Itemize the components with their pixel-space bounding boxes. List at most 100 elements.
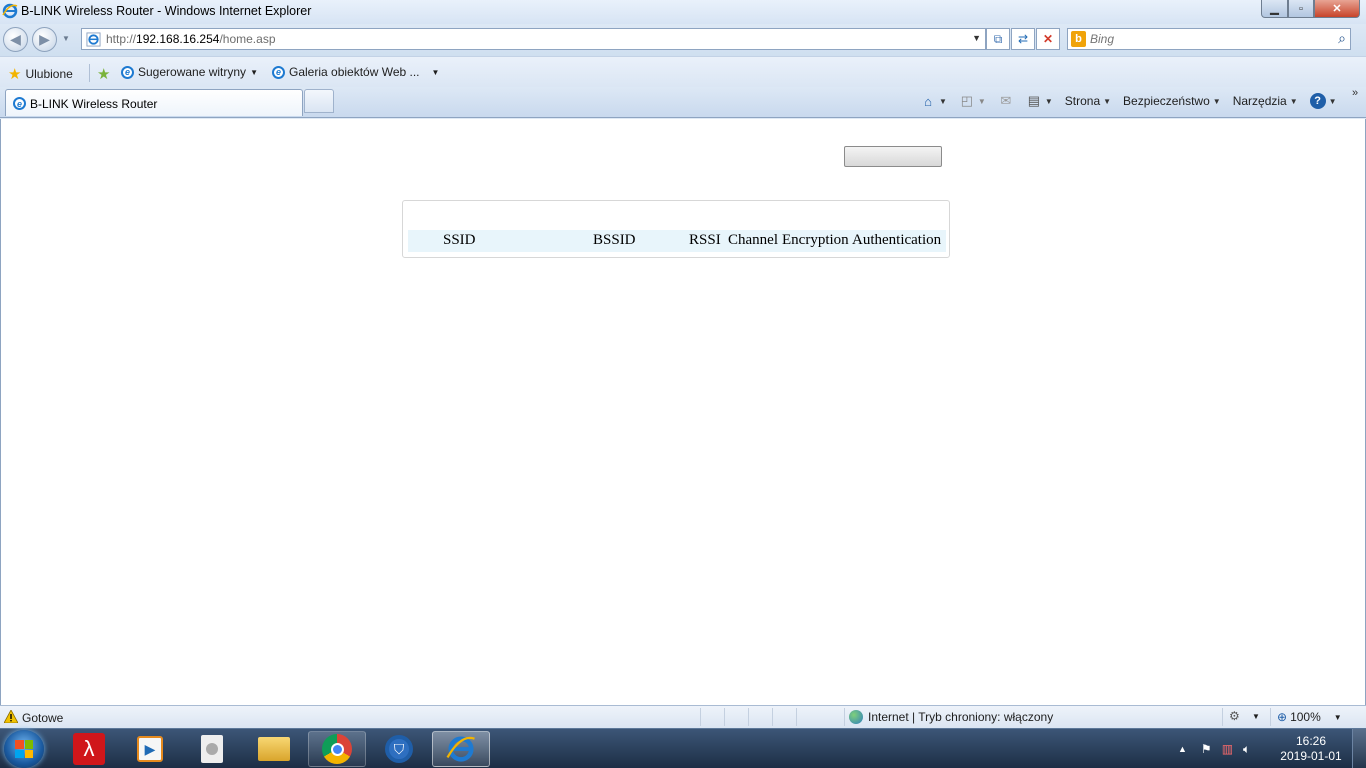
read-mail-button[interactable]: ✉ (998, 93, 1014, 109)
scan-button[interactable] (844, 146, 942, 167)
favorites-star-icon: ★ (8, 66, 22, 83)
printer-icon: ▤ (1027, 93, 1040, 108)
compatibility-view-button[interactable]: ⧉ (986, 28, 1010, 50)
back-arrow-icon: ◀ (10, 31, 21, 47)
stop-icon: ✕ (1042, 32, 1054, 46)
chevron-down-icon: ▼ (1333, 712, 1342, 722)
safety-menu[interactable]: Bezpieczeństwo ▼ (1123, 94, 1221, 108)
zone-text: Internet | Tryb chroniony: włączony (868, 710, 1054, 724)
column-header-rssi: RSSI (689, 232, 721, 248)
internet-explorer-icon (2, 3, 18, 19)
address-url[interactable]: http://192.168.16.254/home.asp (106, 32, 276, 46)
add-to-favorites-bar-button[interactable]: ★ (97, 65, 110, 83)
show-desktop-button[interactable] (1352, 729, 1366, 768)
stop-button[interactable]: ✕ (1036, 28, 1060, 50)
page-menu[interactable]: Strona ▼ (1065, 94, 1111, 108)
forward-button[interactable]: ▶ (32, 27, 57, 52)
home-button[interactable]: ⌂ ▼ (920, 93, 947, 109)
command-bar: ⌂ ▼ ◰ ▼ ✉ ▤ ▼ Strona ▼ Bezpieczeństwo ▼ … (908, 93, 1337, 109)
status-divider (748, 708, 749, 726)
url-host: 192.168.16.254 (136, 32, 220, 46)
taskbar-media-player[interactable]: ▶ (121, 731, 179, 767)
start-button[interactable] (4, 730, 44, 768)
taskbar-acrobat[interactable]: λ (60, 731, 118, 767)
close-button[interactable]: ✕ (1314, 0, 1360, 18)
rss-feed-icon: ◰ (960, 93, 974, 108)
warning-icon (4, 710, 18, 723)
web-slice-ie-icon: e (272, 65, 285, 79)
wireless-scan-panel: SSID BSSID RSSI Channel Encryption Authe… (402, 200, 950, 258)
help-icon: ? (1309, 93, 1326, 109)
mail-icon: ✉ (1000, 93, 1012, 108)
minimize-button[interactable]: ▁ (1261, 0, 1288, 18)
tools-menu[interactable]: Narzędzia ▼ (1233, 94, 1298, 108)
home-icon: ⌂ (924, 93, 932, 109)
favorites-button[interactable]: ★ Ulubione (8, 65, 73, 83)
system-tray: ▲ ⚑ ▥ 🔈︎ (1178, 729, 1250, 768)
status-divider (772, 708, 773, 726)
maximize-button[interactable]: ▫ (1288, 0, 1314, 18)
search-icon[interactable]: ⌕ (1338, 30, 1346, 47)
chevron-down-icon: ▼ (1328, 96, 1337, 106)
taskbar-chrome[interactable] (308, 731, 366, 767)
bing-logo-icon: b (1071, 31, 1086, 47)
search-input[interactable] (1090, 31, 1310, 47)
zoom-control[interactable]: ⊕ 100% ▼ (1277, 710, 1342, 724)
column-header-channel: Channel (728, 232, 778, 248)
chevron-down-icon: ▼ (431, 67, 440, 77)
history-dropdown-icon[interactable]: ▼ (62, 34, 70, 43)
help-menu[interactable]: ? ▼ (1309, 93, 1337, 109)
search-box[interactable]: b ⌕ (1067, 28, 1351, 50)
refresh-icon: ⇄ (1017, 32, 1029, 46)
overflow-chevron-icon[interactable]: » (1352, 87, 1358, 99)
taskbar-internet-explorer[interactable] (432, 731, 490, 767)
web-slice-gallery-label: Galeria obiektów Web ... (289, 65, 420, 79)
chevron-down-icon[interactable]: ▼ (1252, 712, 1260, 721)
internet-globe-icon (849, 710, 863, 724)
url-path: /home.asp (219, 32, 276, 46)
new-tab-button[interactable] (304, 89, 334, 113)
url-scheme: http:// (106, 32, 137, 46)
network-disconnected-icon[interactable]: ▥ (1222, 742, 1233, 756)
address-bar[interactable]: http://192.168.16.254/home.asp ▼ (81, 28, 986, 50)
internet-explorer-icon (446, 736, 475, 762)
suggested-sites-label: Sugerowane witryny (138, 65, 247, 79)
address-dropdown-icon[interactable]: ▼ (972, 33, 981, 43)
volume-icon[interactable]: 🔈︎ (1243, 742, 1250, 757)
print-button[interactable]: ▤ ▼ (1026, 93, 1053, 109)
chevron-down-icon: ▼ (250, 67, 258, 77)
column-header-authentication: Authentication (852, 232, 942, 248)
tab-label: B-LINK Wireless Router (30, 97, 158, 111)
security-shield-icon: ⛉ (385, 735, 413, 763)
column-header-ssid: SSID (443, 232, 476, 248)
clock-date: 2019-01-01 (1280, 749, 1342, 763)
refresh-button[interactable]: ⇄ (1011, 28, 1035, 50)
file-explorer-icon (258, 737, 290, 761)
tab-bar: e B-LINK Wireless Router ⌂ ▼ ◰ ▼ ✉ ▤ ▼ S… (0, 87, 1366, 118)
taskbar-security-app[interactable]: ⛉ (370, 731, 428, 767)
add-favorite-icon: ★ (97, 66, 111, 83)
tools-menu-label: Narzędzia (1232, 94, 1287, 108)
page-menu-label: Strona (1064, 94, 1101, 108)
security-zone[interactable]: Internet | Tryb chroniony: włączony (849, 710, 1053, 724)
show-hidden-icons-icon[interactable]: ▲ (1178, 744, 1187, 754)
taskbar-clock[interactable]: 16:26 2019-01-01 (1276, 734, 1346, 764)
taskbar-file-explorer[interactable] (245, 731, 303, 767)
windows-taskbar: λ ▶ ⛉ ▲ ⚑ ▥ 🔈︎ 16:26 2019-01-01 (0, 728, 1366, 768)
web-slice-gallery-button[interactable]: e Galeria obiektów Web ... ▼ (272, 65, 439, 79)
chrome-icon (322, 734, 352, 764)
suggested-sites-button[interactable]: e Sugerowane witryny ▼ (121, 65, 258, 79)
feeds-button[interactable]: ◰ ▼ (959, 93, 986, 109)
status-divider (844, 708, 845, 726)
taskbar-disc-burner[interactable] (183, 731, 241, 767)
back-button[interactable]: ◀ (3, 27, 28, 52)
accelerator-icon[interactable]: ⚙ (1229, 709, 1240, 723)
status-divider (1222, 708, 1223, 726)
chevron-down-icon: ▼ (1289, 96, 1298, 106)
suggested-sites-ie-icon: e (121, 65, 134, 79)
action-center-flag-icon[interactable]: ⚑ (1201, 742, 1212, 756)
tab-b-link-router[interactable]: e B-LINK Wireless Router (5, 89, 303, 116)
window-title-bar: B-LINK Wireless Router - Windows Interne… (0, 0, 1366, 24)
disc-burner-icon (201, 735, 223, 763)
chevron-down-icon: ▼ (977, 96, 986, 106)
